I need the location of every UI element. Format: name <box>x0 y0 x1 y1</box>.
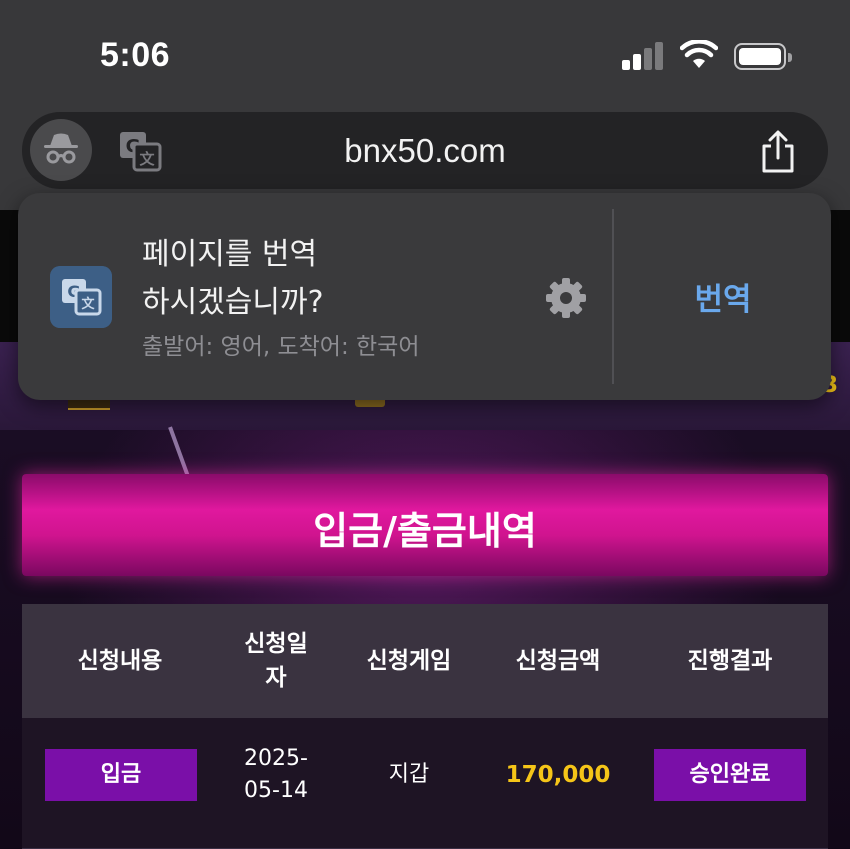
row-amount: 170,000 <box>505 762 611 788</box>
page-title: 입금/출금내역 <box>313 509 537 553</box>
wifi-icon <box>680 40 718 68</box>
status-time: 5:06 <box>100 36 171 74</box>
row-date: 2025- 05-14 <box>244 746 308 803</box>
svg-text:文: 文 <box>81 296 95 312</box>
page-title-banner: 입금/출금내역 <box>22 474 828 576</box>
status-bar: 5:06 <box>0 0 850 110</box>
translate-prompt: 페이지를 번역 하시겠습니까? <box>142 237 324 320</box>
divider <box>612 209 614 384</box>
history-table: 신청내용 신청일 자 신청게임 신청금액 진행결과 입금 2025- 05-14… <box>22 604 828 849</box>
url-text[interactable]: bnx50.com <box>22 132 828 170</box>
cellular-signal-icon <box>622 42 664 70</box>
column-header: 신청일 자 <box>244 631 308 691</box>
status-badge: 승인완료 <box>654 749 806 801</box>
translate-button[interactable]: 번역 <box>615 193 831 400</box>
google-translate-icon: G 文 <box>50 266 112 328</box>
table-header: 신청내용 신청일 자 신청게임 신청금액 진행결과 <box>22 604 828 718</box>
gear-icon[interactable] <box>544 276 588 320</box>
column-header: 진행결과 <box>687 648 773 674</box>
language-info: 출발어: 영어, 도착어: 한국어 <box>142 334 420 360</box>
translate-popup: G 文 페이지를 번역 하시겠습니까? 출발어: 영어, 도착어: 한국어 번역 <box>18 193 831 400</box>
column-header: 신청게임 <box>366 648 452 674</box>
table-row: 입금 2025- 05-14 지갑 170,000 승인완료 <box>22 718 828 849</box>
address-bar[interactable]: G 文 bnx50.com <box>22 112 828 189</box>
type-badge: 입금 <box>45 749 197 801</box>
battery-icon <box>734 43 792 70</box>
column-header: 신청내용 <box>77 648 163 674</box>
row-game: 지갑 <box>388 762 430 787</box>
column-header: 신청금액 <box>515 648 601 674</box>
share-icon[interactable] <box>758 130 798 174</box>
